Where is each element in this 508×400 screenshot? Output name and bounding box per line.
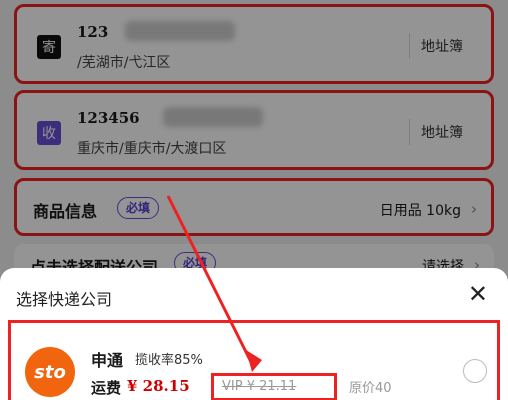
fee-label: 运费 (91, 379, 122, 397)
original-price: 原价40 (349, 381, 392, 396)
pickup-rate: 揽收率85% (135, 353, 203, 368)
courier-name: 申通 (91, 351, 124, 370)
courier-bottom-sheet: 选择快递公司 ✕ sto 申通 揽收率85% 运费 ¥ 28.15 VIP ¥ … (0, 268, 508, 400)
sto-logo: sto (25, 347, 75, 397)
fee-value: ¥ 28.15 (127, 377, 190, 395)
close-icon[interactable]: ✕ (468, 282, 488, 306)
sheet-title: 选择快递公司 (16, 290, 113, 309)
select-radio[interactable] (463, 359, 487, 383)
courier-option-sto[interactable]: sto 申通 揽收率85% 运费 ¥ 28.15 VIP ¥ 21.11 原价4… (8, 320, 500, 400)
vip-price-box: VIP ¥ 21.11 (211, 373, 337, 400)
vip-price: VIP ¥ 21.11 (222, 379, 297, 394)
